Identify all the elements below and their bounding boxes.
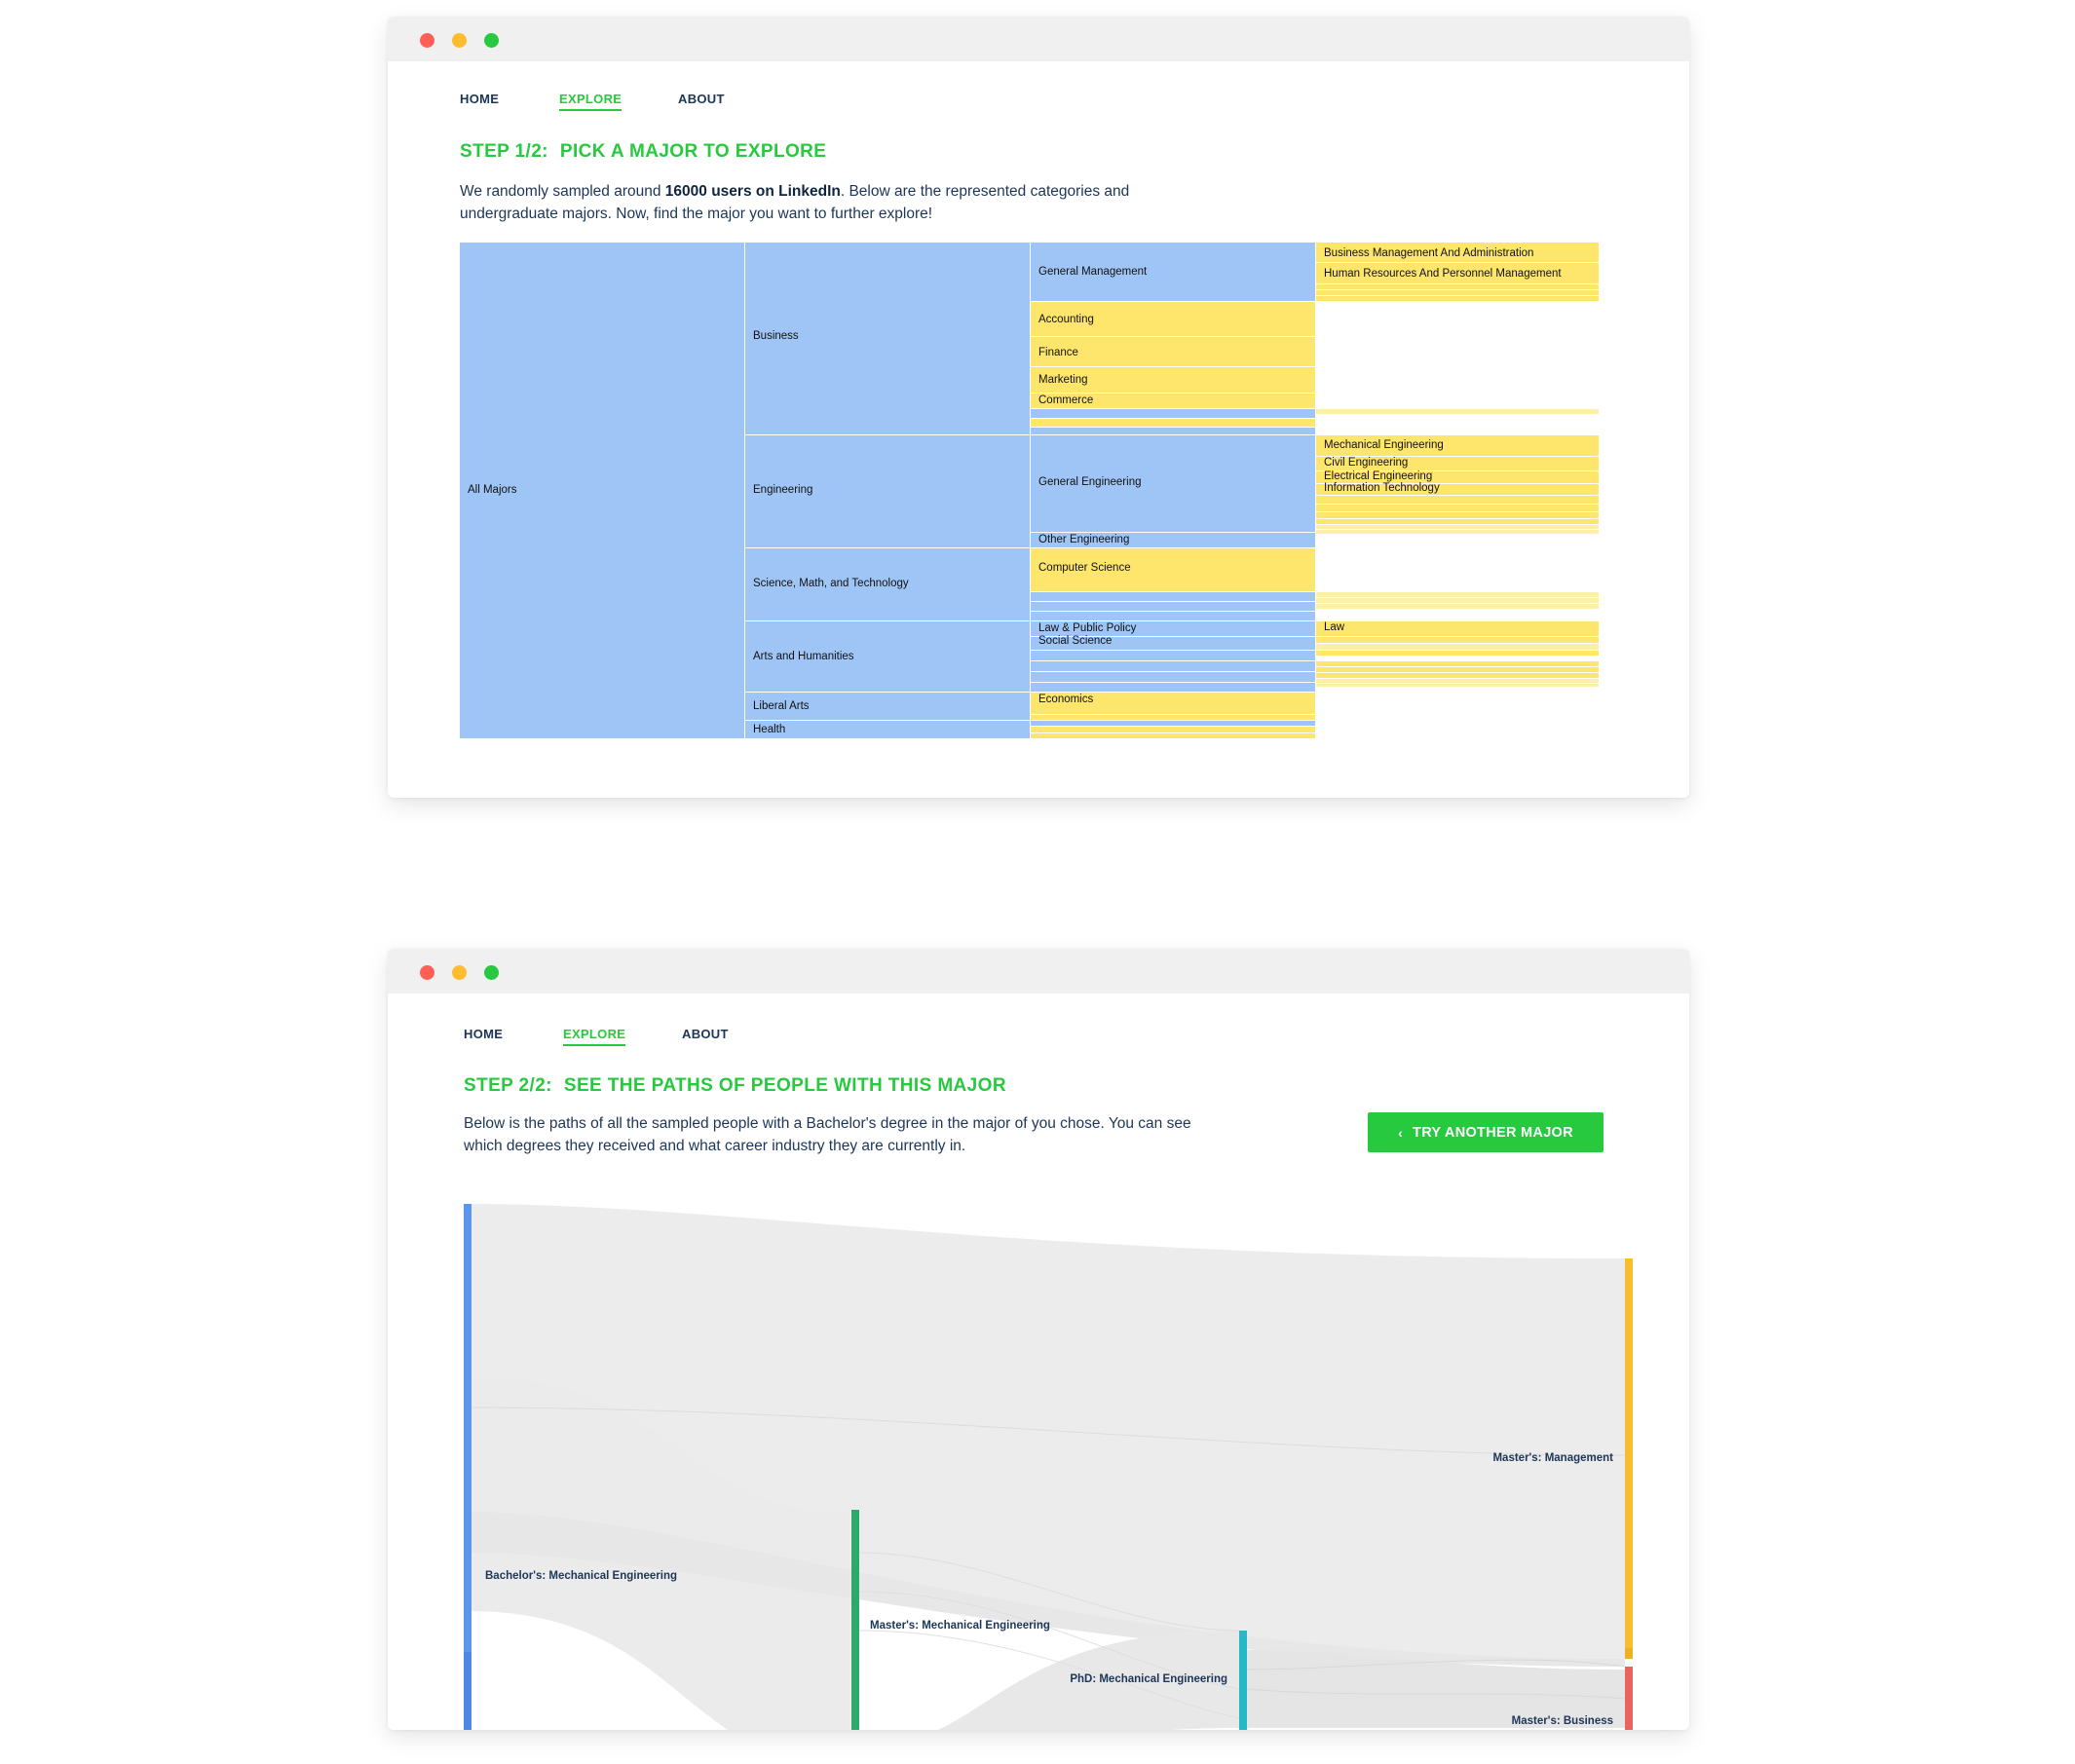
- icicle-sub-minor[interactable]: [1031, 592, 1316, 602]
- icicle-major-civil-engineering[interactable]: Civil Engineering: [1316, 457, 1600, 471]
- step-title-text: PICK A MAJOR TO EXPLORE: [559, 141, 827, 162]
- icicle-sub-minor[interactable]: [1031, 409, 1316, 419]
- icicle-sub-economics[interactable]: Economics: [1031, 693, 1316, 715]
- icicle-category-liberal-arts[interactable]: Liberal Arts: [745, 693, 1031, 721]
- sankey-label-bachelors: Bachelor's: Mechanical Engineering: [485, 1570, 677, 1582]
- icicle-sub-minor[interactable]: [1031, 419, 1316, 428]
- icicle-sub-minor[interactable]: [1031, 683, 1316, 693]
- icicle-sub-accounting[interactable]: Accounting: [1031, 302, 1316, 337]
- icicle-major-minor[interactable]: [1316, 512, 1600, 519]
- icicle-root[interactable]: All Majors: [460, 243, 745, 739]
- sankey-label-phd-me: PhD: Mechanical Engineering: [1070, 1673, 1227, 1685]
- icicle-major-minor[interactable]: [1316, 651, 1600, 657]
- icicle-major-minor[interactable]: [1316, 644, 1600, 651]
- nav-about[interactable]: ABOUT: [682, 1027, 729, 1041]
- step-number: STEP 1/2:: [460, 141, 548, 162]
- intro-highlight: 16000 users on LinkedIn: [664, 183, 841, 200]
- nav-explore[interactable]: EXPLORE: [563, 1027, 626, 1046]
- icicle-major-minor[interactable]: [1316, 296, 1600, 302]
- try-another-major-button[interactable]: ‹ TRY ANOTHER MAJOR: [1368, 1112, 1603, 1152]
- icicle-sub-general-management[interactable]: General Management: [1031, 243, 1316, 302]
- icicle-major-human-resources[interactable]: Human Resources And Personnel Management: [1316, 263, 1600, 284]
- icicle-sub-minor[interactable]: [1031, 661, 1316, 672]
- major-icicle-chart: All Majors Business Engineering Science,…: [460, 243, 1600, 739]
- icicle-major-minor[interactable]: [1316, 530, 1600, 535]
- nav-about[interactable]: ABOUT: [678, 92, 725, 106]
- icicle-sub-minor[interactable]: [1031, 672, 1316, 683]
- icicle-sub-commerce[interactable]: Commerce: [1031, 394, 1316, 409]
- icicle-sub-computer-science[interactable]: Computer Science: [1031, 548, 1316, 592]
- intro-text: We randomly sampled around 16000 users o…: [460, 183, 1130, 222]
- icicle-major-law[interactable]: Law: [1316, 621, 1600, 637]
- nav-home[interactable]: HOME: [460, 92, 499, 106]
- button-label: TRY ANOTHER MAJOR: [1413, 1124, 1573, 1141]
- icicle-sub-general-engineering[interactable]: General Engineering: [1031, 435, 1316, 533]
- chevron-left-icon: ‹: [1398, 1124, 1404, 1141]
- page-title: STEP 1/2: PICK A MAJOR TO EXPLORE: [460, 141, 826, 163]
- sankey-label-masters-management: Master's: Management: [1492, 1452, 1613, 1464]
- sankey-node-bachelors-mechanical-engineering[interactable]: [464, 1204, 472, 1730]
- icicle-category-health[interactable]: Health: [745, 721, 1031, 739]
- icicle-category-engineering[interactable]: Engineering: [745, 435, 1031, 548]
- browser-window-step-1: HOME EXPLORE ABOUT STEP 1/2: PICK A MAJOR…: [388, 17, 1689, 798]
- icicle-major-business-management[interactable]: Business Management And Administration: [1316, 243, 1600, 263]
- sankey-node-bachelors-segment[interactable]: [464, 1652, 472, 1730]
- icicle-major-information-technology[interactable]: Information Technology: [1316, 482, 1600, 496]
- sankey-node-masters-management[interactable]: [1625, 1258, 1633, 1659]
- intro-text: Below is the paths of all the sampled pe…: [464, 1115, 1191, 1154]
- close-window-button[interactable]: [420, 33, 434, 48]
- sankey-links: [467, 1204, 1626, 1730]
- sankey-node-masters-mechanical-engineering[interactable]: [851, 1510, 859, 1730]
- page-title: STEP 2/2: SEE THE PATHS OF PEOPLE WITH TH…: [464, 1075, 1006, 1097]
- maximize-window-button[interactable]: [484, 33, 499, 48]
- sankey-node-phd-mechanical-engineering[interactable]: [1239, 1631, 1247, 1730]
- icicle-sub-minor[interactable]: [1031, 651, 1316, 661]
- icicle-sub-minor[interactable]: [1031, 602, 1316, 612]
- career-path-sankey: Bachelor's: Mechanical Engineering Maste…: [464, 1204, 1633, 1730]
- icicle-major-mechanical-engineering[interactable]: Mechanical Engineering: [1316, 435, 1600, 457]
- icicle-sub-finance[interactable]: Finance: [1031, 337, 1316, 367]
- icicle-sub-marketing[interactable]: Marketing: [1031, 367, 1316, 394]
- sankey-node-masters-business[interactable]: [1625, 1667, 1633, 1730]
- nav-home[interactable]: HOME: [464, 1027, 503, 1041]
- icicle-category-science[interactable]: Science, Math, and Technology: [745, 548, 1031, 621]
- browser-window-step-2: Bachelor's: Mechanical Engineering Maste…: [388, 949, 1689, 1730]
- sankey-label-masters-business: Master's: Business: [1512, 1715, 1613, 1727]
- window-titlebar: [388, 17, 1689, 61]
- icicle-major-minor[interactable]: [1316, 409, 1600, 415]
- step-title-text: SEE THE PATHS OF PEOPLE WITH THIS MAJOR: [563, 1075, 1006, 1096]
- icicle-category-arts[interactable]: Arts and Humanities: [745, 621, 1031, 693]
- icicle-major-minor[interactable]: [1316, 505, 1600, 512]
- sankey-node-masters-management-segment[interactable]: [1625, 1648, 1633, 1659]
- icicle-sub-social-science[interactable]: Social Science: [1031, 635, 1316, 651]
- nav-explore[interactable]: EXPLORE: [559, 92, 622, 111]
- icicle-category-business[interactable]: Business: [745, 243, 1031, 435]
- icicle-major-minor[interactable]: [1316, 604, 1600, 610]
- icicle-sub-minor[interactable]: [1031, 612, 1316, 621]
- icicle-major-minor[interactable]: [1316, 637, 1600, 644]
- icicle-sub-minor[interactable]: [1031, 428, 1316, 435]
- icicle-sub-minor[interactable]: [1031, 727, 1316, 733]
- icicle-sub-minor[interactable]: [1031, 733, 1316, 739]
- minimize-window-button[interactable]: [452, 33, 467, 48]
- step-number: STEP 2/2:: [464, 1075, 552, 1096]
- icicle-major-minor[interactable]: [1316, 684, 1600, 688]
- sankey-label-masters-me: Master's: Mechanical Engineering: [870, 1620, 1050, 1632]
- icicle-sub-other-engineering[interactable]: Other Engineering: [1031, 533, 1316, 548]
- icicle-major-minor[interactable]: [1316, 496, 1600, 505]
